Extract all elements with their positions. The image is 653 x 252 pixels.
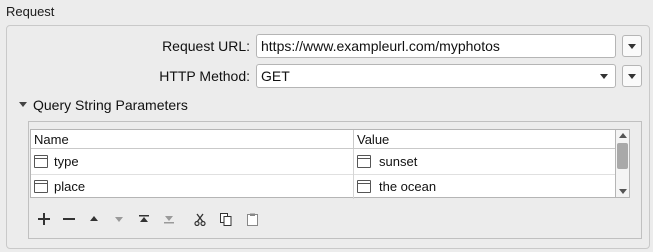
remove-row-button[interactable] xyxy=(59,208,79,230)
add-row-button[interactable] xyxy=(34,208,54,230)
paste-icon xyxy=(246,213,258,226)
param-name-cell[interactable]: type xyxy=(54,149,79,174)
http-method-value: GET xyxy=(261,68,290,84)
move-bottom-icon xyxy=(164,216,174,224)
table-row[interactable]: type sunset xyxy=(31,149,615,174)
remove-icon xyxy=(63,218,75,220)
param-value-cell[interactable]: the ocean xyxy=(379,174,436,199)
param-name-cell[interactable]: place xyxy=(54,174,85,199)
table-row[interactable]: place the ocean xyxy=(31,174,615,199)
table-scrollbar[interactable] xyxy=(616,129,630,198)
disclosure-triangle-icon[interactable] xyxy=(19,102,27,107)
copy-button[interactable] xyxy=(216,208,236,230)
text-field-icon xyxy=(357,180,371,193)
text-field-icon xyxy=(34,155,48,168)
move-to-bottom-button[interactable] xyxy=(159,208,179,230)
paste-button[interactable] xyxy=(242,208,262,230)
http-method-label: HTTP Method: xyxy=(159,68,250,84)
dropdown-caret-icon xyxy=(600,74,608,79)
column-divider xyxy=(353,149,354,199)
request-url-label: Request URL: xyxy=(162,38,250,54)
move-top-icon xyxy=(139,215,149,222)
query-params-table[interactable]: Name Value type sunset place the ocean xyxy=(30,129,616,199)
move-to-top-button[interactable] xyxy=(134,208,154,230)
add-icon xyxy=(38,213,50,225)
move-down-icon xyxy=(115,217,123,222)
column-header-name[interactable]: Name xyxy=(31,130,353,149)
move-down-button[interactable] xyxy=(109,208,129,230)
cut-button[interactable] xyxy=(190,208,210,230)
http-method-select[interactable]: GET xyxy=(256,64,616,88)
chevron-down-icon xyxy=(628,74,636,79)
chevron-down-icon xyxy=(628,44,636,49)
scroll-up-arrow-icon[interactable] xyxy=(619,133,627,138)
move-up-icon xyxy=(90,216,98,221)
method-options-button[interactable] xyxy=(622,65,642,87)
section-title: Request xyxy=(6,4,55,19)
cut-icon xyxy=(194,213,206,226)
text-field-icon xyxy=(34,180,48,193)
table-header: Name Value xyxy=(31,130,615,149)
query-params-title: Query String Parameters xyxy=(33,97,188,113)
text-field-icon xyxy=(357,155,371,168)
param-value-cell[interactable]: sunset xyxy=(379,149,417,174)
column-header-value[interactable]: Value xyxy=(354,130,616,149)
move-up-button[interactable] xyxy=(84,208,104,230)
scroll-down-arrow-icon[interactable] xyxy=(619,189,627,194)
request-url-input[interactable]: https://www.exampleurl.com/myphotos xyxy=(256,34,616,58)
scrollbar-thumb[interactable] xyxy=(617,143,628,169)
url-options-button[interactable] xyxy=(622,35,642,57)
copy-icon xyxy=(220,212,232,226)
